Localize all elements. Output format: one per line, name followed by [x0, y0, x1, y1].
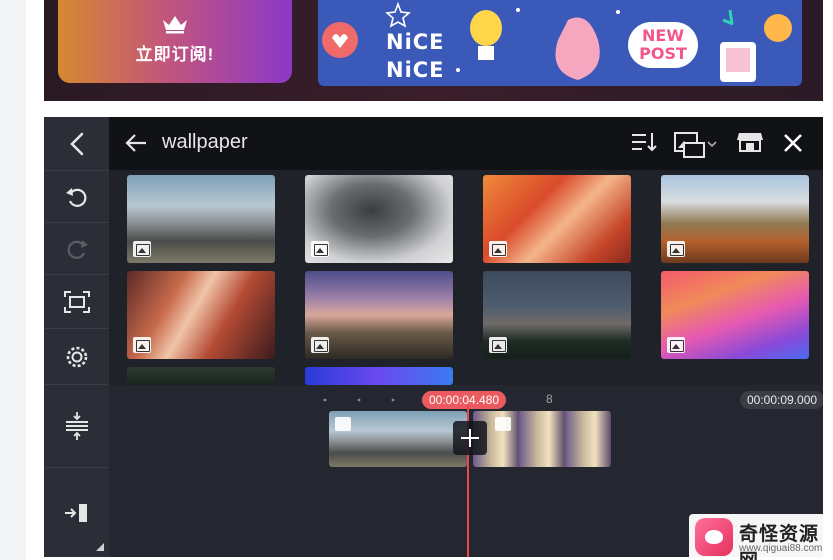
subscribe-label: 立即订阅! — [135, 45, 215, 64]
media-thumb[interactable] — [483, 271, 631, 359]
media-thumb[interactable] — [483, 175, 631, 263]
image-type-icon — [311, 337, 329, 353]
media-type-icon[interactable] — [672, 129, 724, 159]
redo-icon — [67, 239, 88, 259]
export-button[interactable] — [44, 468, 109, 557]
media-thumb[interactable] — [127, 367, 275, 385]
image-type-icon — [133, 337, 151, 353]
corner-triangle-icon — [96, 543, 104, 551]
back-arrow-icon[interactable] — [124, 132, 148, 154]
media-thumb[interactable] — [661, 271, 809, 359]
image-type-icon — [133, 241, 151, 257]
site-logo-icon — [695, 518, 733, 556]
close-icon[interactable] — [781, 131, 805, 155]
promo-word-2: NiCE — [386, 58, 445, 82]
fullscreen-icon — [63, 290, 90, 313]
promo-illustration[interactable]: NiCE NiCE NEW POST — [318, 0, 802, 86]
redo-button[interactable] — [44, 223, 109, 275]
subscribe-button[interactable]: 立即订阅! — [58, 0, 292, 83]
image-type-icon — [495, 417, 511, 431]
left-gutter — [0, 0, 26, 560]
adjust-icon — [65, 412, 88, 440]
ruler-marker-label: 8 — [546, 392, 553, 406]
timeline-clip[interactable] — [473, 411, 611, 467]
page: 立即订阅! NiCE NiCE NEW POST wallpaper 8 00:… — [0, 0, 833, 560]
media-grid — [109, 170, 823, 385]
undo-icon — [65, 187, 86, 207]
video-editor: wallpaper 8 00:00:04.480 00:00:09.000 — [44, 117, 823, 557]
media-browser-header: wallpaper — [109, 117, 823, 170]
fullscreen-button[interactable] — [44, 275, 109, 329]
media-thumb[interactable] — [305, 367, 453, 385]
promo-banner: 立即订阅! NiCE NiCE NEW POST — [44, 0, 823, 101]
store-icon[interactable] — [736, 129, 764, 155]
folder-title: wallpaper — [162, 131, 248, 153]
back-button[interactable] — [44, 117, 109, 171]
image-type-icon — [667, 241, 685, 257]
current-time: 00:00:04.480 — [422, 391, 507, 409]
settings-button[interactable] — [44, 329, 109, 385]
image-type-icon — [489, 241, 507, 257]
media-thumb[interactable] — [127, 271, 275, 359]
total-duration: 00:00:09.000 — [740, 391, 823, 409]
media-thumb[interactable] — [661, 175, 809, 263]
image-type-icon — [489, 337, 507, 353]
settings-icon — [66, 346, 87, 367]
export-icon — [64, 503, 87, 522]
site-watermark: 奇怪资源网 www.qiguai88.com — [689, 514, 833, 560]
image-type-icon — [335, 417, 351, 431]
media-thumb[interactable] — [305, 175, 453, 263]
image-type-icon — [667, 337, 685, 353]
image-type-icon — [311, 241, 329, 257]
promo-text-nice: NiCE NiCE — [386, 28, 445, 84]
promo-badge-line-1: NEW — [642, 26, 684, 45]
crown-icon — [163, 16, 187, 34]
sort-icon[interactable] — [630, 129, 658, 155]
watermark-url: www.qiguai88.com — [739, 543, 823, 554]
media-thumb[interactable] — [127, 175, 275, 263]
back-icon — [69, 132, 83, 155]
undo-button[interactable] — [44, 171, 109, 223]
timeline-clip[interactable] — [329, 411, 467, 467]
new-post-badge: NEW POST — [628, 22, 698, 68]
promo-badge-line-2: POST — [639, 44, 687, 63]
media-thumb[interactable] — [305, 271, 453, 359]
split-clip-button[interactable] — [453, 421, 487, 455]
promo-word-1: NiCE — [386, 30, 445, 54]
